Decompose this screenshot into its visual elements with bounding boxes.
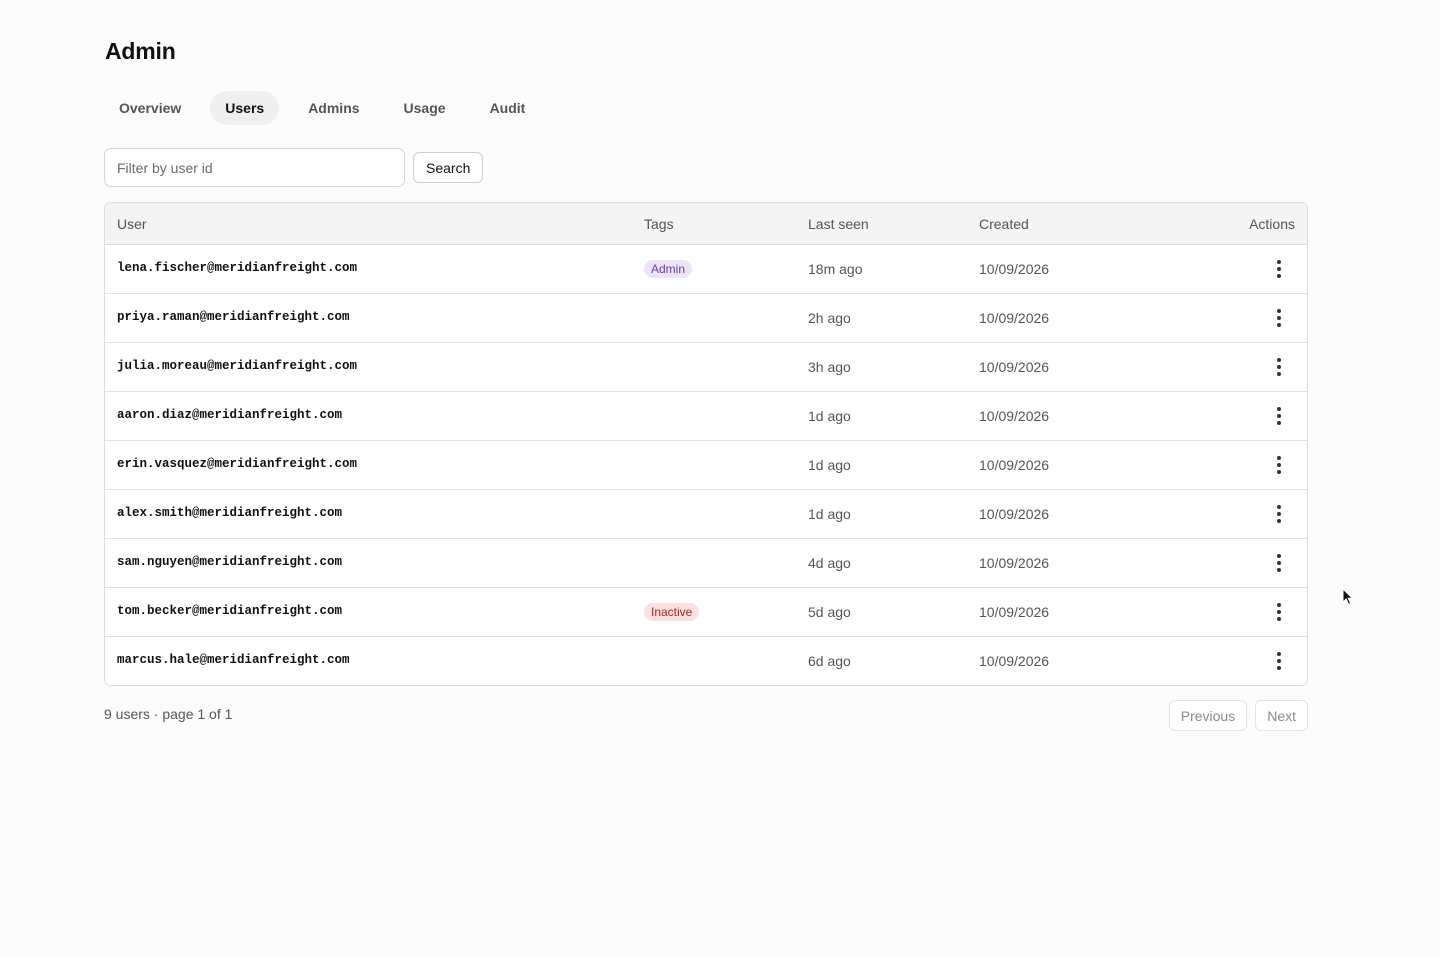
tab-users[interactable]: Users [210,91,280,125]
last-seen: 6d ago [808,653,851,669]
created-date: 10/09/2026 [979,604,1050,620]
inactive-badge: Inactive [644,603,700,621]
row-actions [1269,245,1289,293]
row-actions [1269,539,1289,587]
kebab-menu-icon[interactable] [1269,600,1289,624]
table-row: marcus.hale@meridianfreight.com 6d ago 10/… [105,637,1307,685]
user-email: sam.nguyen@meridianfreight.com [117,555,343,569]
previous-page-button[interactable]: Previous [1168,700,1248,731]
next-page-button[interactable]: Next [1255,700,1308,731]
table-row: sam.nguyen@meridianfreight.com 4d ago 10/0… [105,539,1307,588]
kebab-menu-icon[interactable] [1269,551,1289,575]
table-row: erin.vasquez@meridianfreight.com 1d ago 10… [105,441,1307,490]
search-button[interactable]: Search [413,152,484,183]
kebab-menu-icon[interactable] [1269,502,1289,526]
kebab-menu-icon[interactable] [1269,355,1289,379]
row-actions [1269,588,1289,636]
last-seen: 1d ago [808,457,851,473]
kebab-menu-icon[interactable] [1269,649,1289,673]
users-table: User Tags Last seen Created Actions lena… [104,202,1308,686]
row-actions [1269,441,1289,489]
table-body: lena.fischer@meridianfreight.com Admin 18m… [105,245,1307,685]
tab-overview[interactable]: Overview [104,91,196,125]
user-id-filter-input[interactable] [104,148,405,187]
row-actions [1269,490,1289,538]
user-email: priya.raman@meridianfreight.com [117,310,350,324]
tab-bar: Overview Users Admins Usage Audit [104,91,554,125]
table-row: priya.raman@meridianfreight.com 2h ago 10/… [105,294,1307,343]
row-actions [1269,637,1289,685]
page-title: Admin [105,38,176,64]
kebab-menu-icon[interactable] [1269,257,1289,281]
table-row: tom.becker@meridianfreight.com Inactive 5d… [105,588,1307,637]
kebab-menu-icon[interactable] [1269,453,1289,477]
last-seen: 3h ago [808,359,851,375]
last-seen: 2h ago [808,310,851,326]
column-header-actions: Actions [1249,216,1295,232]
table-row: lena.fischer@meridianfreight.com Admin 18m… [105,245,1307,294]
last-seen: 1d ago [808,408,851,424]
created-date: 10/09/2026 [979,310,1050,326]
user-email: erin.vasquez@meridianfreight.com [117,457,358,471]
user-tags: Inactive [644,588,700,636]
created-date: 10/09/2026 [979,359,1050,375]
column-header-last-seen: Last seen [808,216,869,232]
last-seen: 1d ago [808,506,851,522]
created-date: 10/09/2026 [979,408,1050,424]
mouse-pointer-icon [1342,588,1354,606]
last-seen: 18m ago [808,261,863,277]
table-row: aaron.diaz@meridianfreight.com 1d ago 10/0… [105,392,1307,441]
user-email: alex.smith@meridianfreight.com [117,506,343,520]
user-email: tom.becker@meridianfreight.com [117,604,343,618]
created-date: 10/09/2026 [979,457,1050,473]
created-date: 10/09/2026 [979,555,1050,571]
column-header-tags: Tags [644,216,674,232]
created-date: 10/09/2026 [979,261,1050,277]
column-header-created: Created [979,216,1029,232]
created-date: 10/09/2026 [979,653,1050,669]
user-email: julia.moreau@meridianfreight.com [117,359,358,373]
user-tags: Admin [644,245,693,293]
column-header-user: User [117,216,147,232]
table-row: julia.moreau@meridianfreight.com 3h ago 10… [105,343,1307,392]
row-actions [1269,392,1289,440]
tab-audit[interactable]: Audit [475,91,541,125]
kebab-menu-icon[interactable] [1269,404,1289,428]
row-actions [1269,343,1289,391]
row-actions [1269,294,1289,342]
pagination-controls: Previous Next [1168,700,1308,731]
user-email: aaron.diaz@meridianfreight.com [117,408,343,422]
filter-bar: Search [104,148,484,187]
last-seen: 5d ago [808,604,851,620]
created-date: 10/09/2026 [979,506,1050,522]
tab-admins[interactable]: Admins [293,91,374,125]
kebab-menu-icon[interactable] [1269,306,1289,330]
admin-page: Admin Overview Users Admins Usage Audit … [0,0,1440,958]
table-row: alex.smith@meridianfreight.com 1d ago 10/0… [105,490,1307,539]
last-seen: 4d ago [808,555,851,571]
user-email: lena.fischer@meridianfreight.com [117,261,358,275]
table-header: User Tags Last seen Created Actions [105,203,1307,245]
tab-usage[interactable]: Usage [389,91,461,125]
pagination-summary: 9 users · page 1 of 1 [104,706,233,722]
user-email: marcus.hale@meridianfreight.com [117,653,350,667]
admin-badge: Admin [644,260,693,278]
